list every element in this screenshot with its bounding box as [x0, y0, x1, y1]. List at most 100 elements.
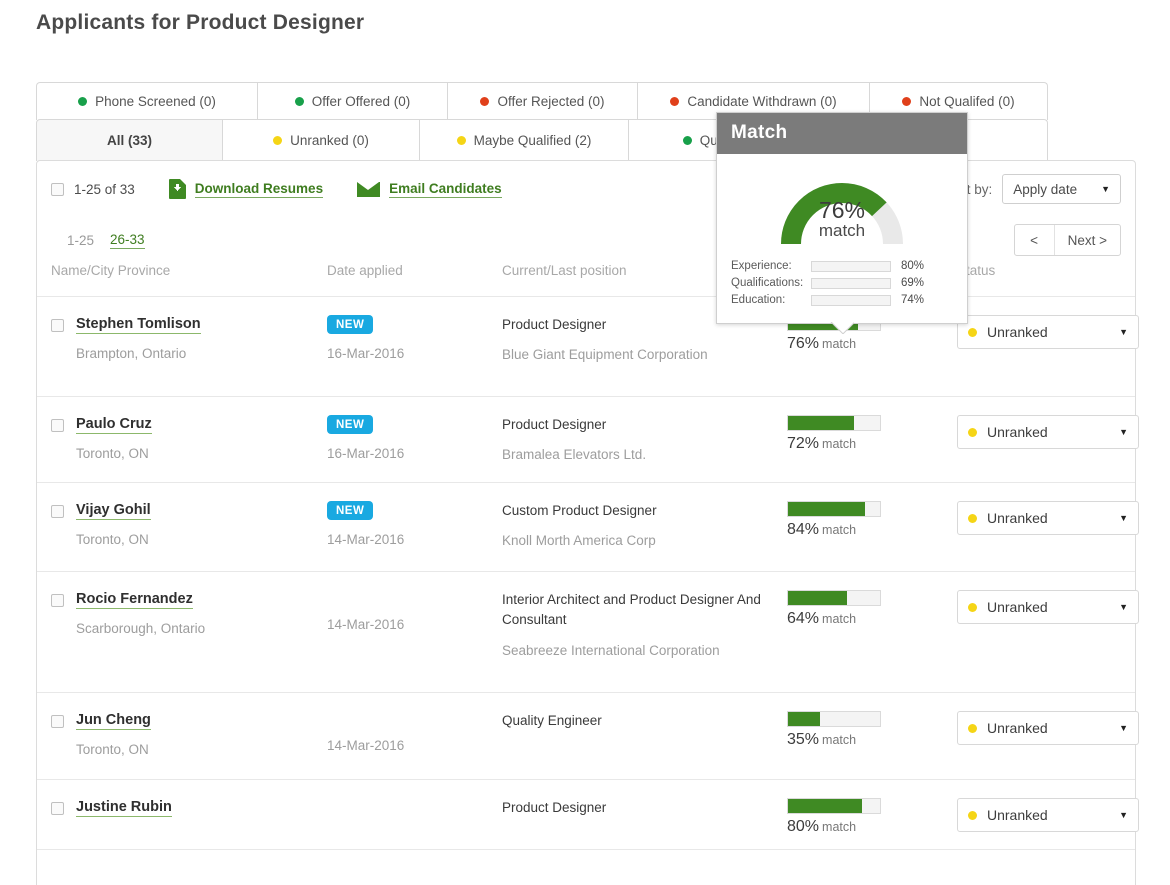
chevron-down-icon: ▼: [1119, 426, 1128, 437]
tab-label: Offer Offered (0): [311, 94, 411, 109]
row-checkbox[interactable]: [51, 594, 64, 607]
applicant-date-cell: 14-Mar-2016: [327, 590, 502, 632]
sort-by-select[interactable]: Apply date ▼: [1002, 174, 1121, 204]
status-dropdown[interactable]: Unranked ▼: [957, 315, 1139, 349]
page-title: Applicants for Product Designer: [36, 11, 365, 34]
download-resumes-label: Download Resumes: [194, 180, 324, 198]
applicant-position: Interior Architect and Product Designer …: [502, 592, 761, 628]
new-badge: NEW: [327, 315, 374, 334]
applicant-status-cell: Unranked ▼: [957, 415, 1139, 449]
metric-row: Education: 74%: [731, 294, 953, 306]
download-resumes-button[interactable]: Download Resumes: [168, 179, 324, 199]
row-checkbox[interactable]: [51, 319, 64, 332]
match-gauge-percent: 76%: [818, 197, 866, 223]
next-page-button[interactable]: Next >: [1055, 225, 1120, 255]
status-dropdown[interactable]: Unranked ▼: [957, 590, 1139, 624]
applicant-date-cell: NEW 16-Mar-2016: [327, 415, 502, 461]
row-checkbox[interactable]: [51, 715, 64, 728]
applicant-name-link[interactable]: Stephen Tomlison: [76, 316, 201, 334]
email-candidates-button[interactable]: Email Candidates: [357, 181, 502, 198]
applicant-name-cell: Rocio Fernandez Scarborough, Ontario: [51, 590, 327, 636]
new-badge: NEW: [327, 501, 374, 520]
envelope-icon: [357, 181, 381, 197]
status-dropdown[interactable]: Unranked ▼: [957, 798, 1139, 832]
applicant-position: Quality Engineer: [502, 713, 602, 728]
tab-label: Maybe Qualified (2): [473, 133, 592, 148]
applicant-date: 14-Mar-2016: [327, 532, 405, 547]
row-checkbox[interactable]: [51, 505, 64, 518]
status-dropdown[interactable]: Unranked ▼: [957, 711, 1139, 745]
row-checkbox[interactable]: [51, 419, 64, 432]
match-word: match: [822, 612, 857, 626]
applicant-date-cell: 14-Mar-2016: [327, 711, 502, 753]
match-bar: [787, 590, 881, 606]
metric-value: 74%: [901, 294, 925, 306]
tab-unranked[interactable]: Unranked (0): [223, 119, 420, 161]
metric-label: Education:: [731, 294, 786, 306]
applicant-name-link[interactable]: Paulo Cruz: [76, 416, 152, 434]
column-header-name: Name/City Province: [51, 263, 171, 278]
pager-buttons: < Next >: [1013, 224, 1121, 256]
table-row: Jun Cheng Toronto, ON 14-Mar-2016 Qualit…: [37, 693, 1139, 780]
tab-maybe-qualified[interactable]: Maybe Qualified (2): [420, 119, 629, 161]
chevron-down-icon: ▼: [1119, 326, 1128, 337]
applicant-date: 14-Mar-2016: [327, 617, 405, 632]
match-word: match: [822, 733, 857, 747]
applicant-name-link[interactable]: Vijay Gohil: [76, 502, 151, 520]
table-header: Name/City Province Date applied Current/…: [37, 263, 1135, 297]
applicant-location: Toronto, ON: [76, 742, 149, 757]
status-value: Unranked: [987, 510, 1048, 526]
select-all-checkbox[interactable]: [51, 182, 64, 196]
match-tooltip-body: 76% match Experience: 80% Qualifications…: [717, 154, 967, 323]
applicant-status-cell: Unranked ▼: [957, 315, 1139, 349]
result-count-label: 1-25 of 33: [74, 181, 135, 197]
metric-label: Qualifications:: [731, 277, 804, 289]
applicant-name-link[interactable]: Justine Rubin: [76, 799, 172, 817]
tab-label: Candidate Withdrawn (0): [687, 94, 837, 109]
red-dot-icon: [902, 97, 912, 106]
match-percent: 76%: [787, 335, 820, 352]
match-bar-fill: [788, 416, 855, 430]
tab-phone-screened[interactable]: Phone Screened (0): [36, 82, 258, 120]
applicants-panel: 1-25 of 33 Download Resumes Email Candid…: [36, 160, 1139, 885]
match-percent: 64%: [787, 610, 820, 627]
status-value: Unranked: [987, 720, 1048, 736]
match-bar: [787, 711, 881, 727]
status-dropdown[interactable]: Unranked ▼: [957, 501, 1139, 535]
metric-value: 80%: [901, 260, 925, 272]
red-dot-icon: [670, 97, 680, 106]
match-gauge: 76% match: [777, 172, 907, 246]
metric-row: Qualifications: 69%: [731, 277, 953, 289]
previous-page-button[interactable]: <: [1015, 225, 1055, 255]
applicant-match-cell: 80% match: [787, 798, 957, 836]
metric-bar: [811, 260, 891, 272]
match-bar-fill: [788, 591, 847, 605]
applicant-name-cell: Vijay Gohil Toronto, ON: [51, 501, 327, 547]
applicants-page: Applicants for Product Designer Phone Sc…: [0, 0, 1170, 885]
page-link-26-33[interactable]: 26-33: [110, 232, 145, 249]
status-dropdown[interactable]: Unranked ▼: [957, 415, 1139, 449]
applicant-rows: Stephen Tomlison Brampton, Ontario NEW 1…: [37, 297, 1139, 850]
applicant-name-link[interactable]: Jun Cheng: [76, 712, 151, 730]
tab-all[interactable]: All (33): [36, 119, 223, 161]
yellow-dot-icon: [968, 513, 977, 523]
table-row: Paulo Cruz Toronto, ON NEW 16-Mar-2016 P…: [37, 397, 1139, 483]
chevron-down-icon: ▼: [1101, 183, 1110, 194]
applicant-position: Product Designer: [502, 417, 607, 432]
row-checkbox[interactable]: [51, 802, 64, 815]
applicant-status-cell: Unranked ▼: [957, 590, 1139, 624]
match-bar: [787, 501, 881, 517]
red-dot-icon: [480, 97, 490, 106]
applicant-company: Knoll Morth America Corp: [502, 533, 656, 549]
chevron-down-icon: ▼: [1119, 722, 1128, 733]
page-current-range: 1-25: [67, 232, 95, 248]
tab-offer-offered[interactable]: Offer Offered (0): [258, 82, 448, 120]
tab-label: Phone Screened (0): [95, 94, 216, 109]
column-header-status: Status: [957, 263, 996, 278]
match-percent: 84%: [787, 521, 820, 538]
tab-offer-rejected[interactable]: Offer Rejected (0): [448, 82, 638, 120]
applicant-name-link[interactable]: Rocio Fernandez: [76, 591, 193, 609]
applicant-position: Custom Product Designer: [502, 503, 657, 518]
chevron-down-icon: ▼: [1119, 809, 1128, 820]
chevron-down-icon: ▼: [1119, 601, 1128, 612]
